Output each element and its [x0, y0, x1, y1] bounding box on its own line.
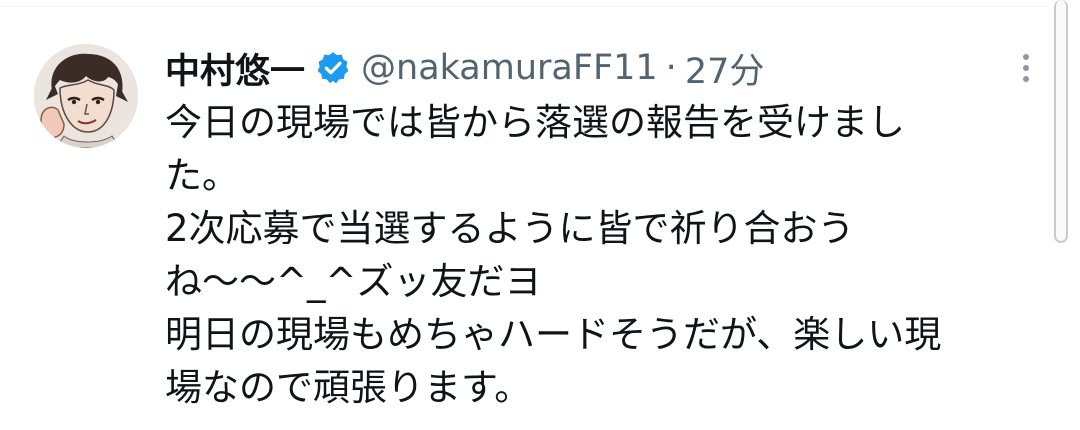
header-separator: ·	[665, 48, 677, 88]
tweet-text-line: 2次応募で当選するように皆で祈り合おう	[165, 207, 855, 250]
avatar[interactable]	[34, 44, 138, 148]
scrollbar[interactable]	[1054, 0, 1068, 243]
tweet-text-line: 場なので頑張ります。	[165, 366, 532, 409]
user-avatar-illustration	[34, 44, 138, 148]
verified-badge-icon	[315, 50, 351, 86]
tweet-card[interactable]: 中村悠一 @nakamuraFF11 · 27分 今日の現場では皆から落選の報告…	[0, 0, 1048, 430]
author-handle[interactable]: @nakamuraFF11	[361, 48, 658, 88]
author-name[interactable]: 中村悠一	[165, 43, 305, 94]
more-vertical-icon[interactable]	[1016, 52, 1036, 84]
tweet-timestamp[interactable]: 27分	[685, 43, 765, 94]
tweet-text-line: 今日の現場では皆から落選の報告を受けまし	[165, 101, 905, 144]
tweet-text: 今日の現場では皆から落選の報告を受けまし た。 2次応募で当選するように皆で祈り…	[165, 96, 1045, 414]
tweet-text-line: 明日の現場もめちゃハードそうだが、楽しい現	[165, 313, 942, 356]
tweet-text-line: た。	[165, 154, 239, 197]
tweet-header: 中村悠一 @nakamuraFF11 · 27分	[165, 42, 764, 94]
tweet-text-line: ね〜〜^_^ズッ友だヨ	[165, 260, 542, 303]
